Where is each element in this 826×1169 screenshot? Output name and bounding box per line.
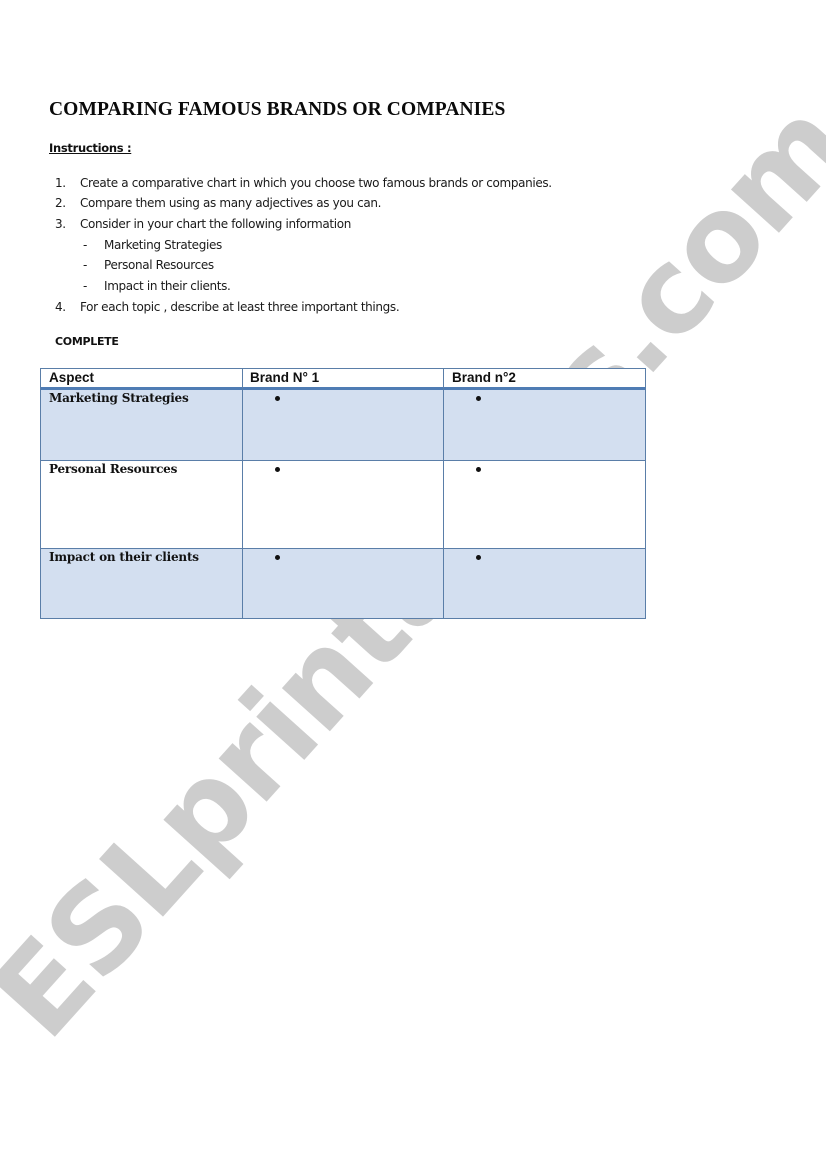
bullet-brand-1[interactable] <box>275 555 280 560</box>
item-text: Marketing Strategies <box>104 238 222 252</box>
aspect-cell: Impact on their clients <box>49 550 199 564</box>
item-text: For each topic , describe at least three… <box>80 300 400 314</box>
item-number: 3. <box>55 217 66 231</box>
header-brand-2: Brand n°2 <box>452 370 516 385</box>
table-row: Marketing Strategies <box>41 390 645 461</box>
header-aspect: Aspect <box>49 370 95 385</box>
item-text: Create a comparative chart in which you … <box>80 176 552 190</box>
table-header-row: Aspect Brand N° 1 Brand n°2 <box>41 369 645 390</box>
item-text: Consider in your chart the following inf… <box>80 217 351 231</box>
table-row: Personal Resources <box>41 461 645 549</box>
dash-marker: - <box>83 238 87 252</box>
aspect-cell: Marketing Strategies <box>49 391 189 405</box>
column-divider <box>242 369 243 618</box>
item-number: 4. <box>55 300 66 314</box>
bullet-brand-1[interactable] <box>275 396 280 401</box>
dash-marker: - <box>83 279 87 293</box>
dash-marker: - <box>83 258 87 272</box>
instructions-heading: Instructions : <box>49 141 132 155</box>
header-brand-1: Brand N° 1 <box>250 370 320 385</box>
item-text: Impact in their clients. <box>104 279 231 293</box>
comparison-table: Aspect Brand N° 1 Brand n°2 Marketing St… <box>40 368 646 619</box>
item-number: 2. <box>55 196 66 210</box>
complete-label: COMPLETE <box>55 335 119 348</box>
column-divider <box>443 369 444 618</box>
item-text: Personal Resources <box>104 258 214 272</box>
bullet-brand-2[interactable] <box>476 467 481 472</box>
item-number: 1. <box>55 176 66 190</box>
bullet-brand-1[interactable] <box>275 467 280 472</box>
table-row: Impact on their clients <box>41 549 645 618</box>
bullet-brand-2[interactable] <box>476 555 481 560</box>
aspect-cell: Personal Resources <box>49 462 178 476</box>
page-title: COMPARING FAMOUS BRANDS OR COMPANIES <box>49 99 506 120</box>
item-text: Compare them using as many adjectives as… <box>80 196 382 210</box>
bullet-brand-2[interactable] <box>476 396 481 401</box>
